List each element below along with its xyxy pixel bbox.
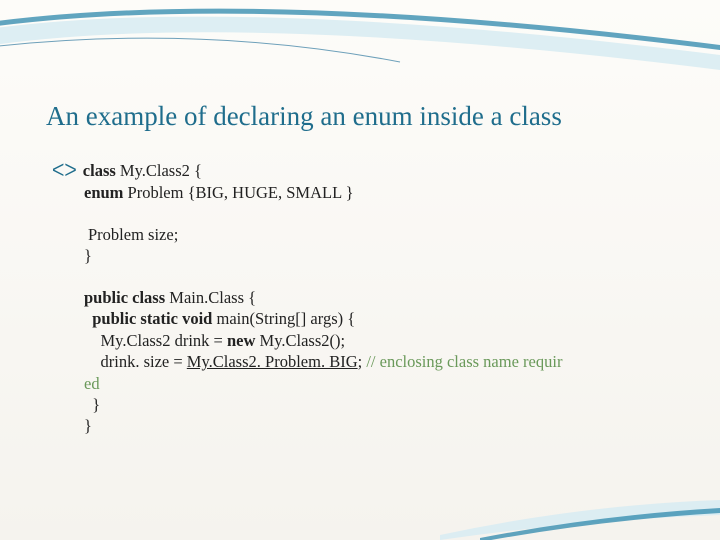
keyword-new: new [227, 331, 260, 350]
code-line-5: public class Main.Class { [52, 287, 680, 308]
code-fragment: main(String[] args) { [216, 309, 355, 328]
code-line-4: } [52, 245, 680, 266]
code-comment: // enclosing class name requir [366, 352, 562, 371]
bottom-swoosh-decoration [440, 480, 720, 540]
code-line-9: ed [52, 373, 680, 394]
keyword-public-static-void: public static void [92, 309, 216, 328]
code-fragment: My.Class2 drink = [101, 331, 228, 350]
bullet-icon: ᐸᐳ [52, 160, 77, 182]
code-fragment: } [92, 395, 100, 414]
code-text: class My.Class2 { [83, 160, 202, 181]
code-underlined: My.Class2. Problem. BIG [187, 352, 358, 371]
code-line-10: } [52, 394, 680, 415]
code-fragment: Problem {BIG, HUGE, SMALL } [128, 183, 354, 202]
code-body: ᐸᐳ class My.Class2 { enum Problem {BIG, … [40, 160, 680, 436]
code-fragment: drink. size = [101, 352, 187, 371]
code-line-6: public static void main(String[] args) { [52, 308, 680, 329]
code-line-8: drink. size = My.Class2. Problem. BIG; /… [52, 351, 680, 372]
slide-title: An example of declaring an enum inside a… [40, 100, 680, 132]
content-area: An example of declaring an enum inside a… [0, 0, 720, 477]
code-line-2: enum Problem {BIG, HUGE, SMALL } [52, 182, 680, 203]
keyword-enum: enum [84, 183, 128, 202]
code-line-3: Problem size; [52, 224, 680, 245]
keyword-class: class [83, 161, 120, 180]
keyword-public-class: public class [84, 288, 169, 307]
code-fragment: Main.Class { [169, 288, 256, 307]
code-line-11: } [52, 415, 680, 436]
blank-line [52, 204, 680, 224]
code-line-1: ᐸᐳ class My.Class2 { [52, 160, 680, 182]
blank-line [52, 267, 680, 287]
code-fragment: My.Class2 { [120, 161, 202, 180]
code-line-7: My.Class2 drink = new My.Class2(); [52, 330, 680, 351]
code-fragment: My.Class2(); [260, 331, 346, 350]
slide-container: An example of declaring an enum inside a… [0, 0, 720, 540]
